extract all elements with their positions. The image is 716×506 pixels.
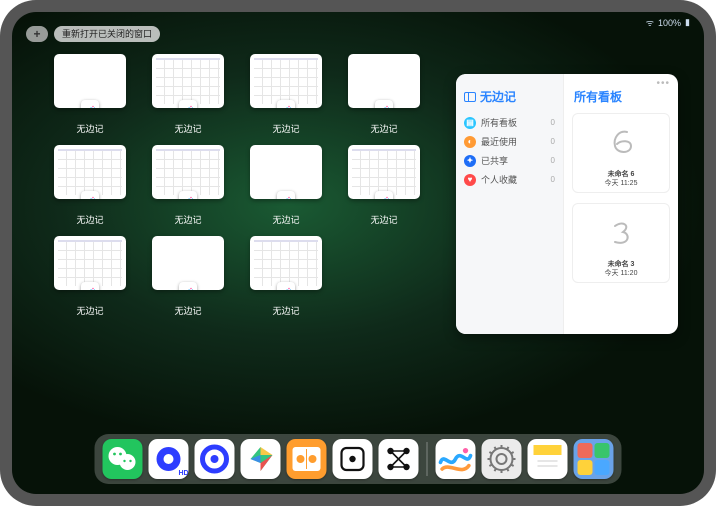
category-label: 已共享 [481, 154, 508, 167]
window-label: 无边记 [272, 122, 299, 135]
dock-separator [427, 442, 428, 476]
board-card[interactable]: 未命名 3今天 11:20 [572, 203, 670, 283]
window-thumb[interactable]: 无边记 [152, 145, 224, 226]
window-label: 无边记 [272, 304, 299, 317]
freeform-icon [179, 191, 197, 199]
board-canvas [573, 204, 669, 259]
dock-dice-icon[interactable] [333, 439, 373, 479]
category-0[interactable]: ▤ 所有看板 0 [462, 113, 557, 132]
panel-content: 所有看板 未命名 6今天 11:25 未命名 3今天 11:20 [564, 74, 678, 334]
window-preview [54, 145, 126, 199]
window-label: 无边记 [272, 213, 299, 226]
window-label: 无边记 [76, 304, 103, 317]
category-2[interactable]: ✦ 已共享 0 [462, 151, 557, 170]
freeform-icon [375, 100, 393, 108]
dock-folder-icon[interactable] [574, 439, 614, 479]
dock-play-icon[interactable] [241, 439, 281, 479]
category-count: 0 [551, 137, 555, 146]
window-preview [152, 145, 224, 199]
window-preview [348, 145, 420, 199]
dock-quark-icon[interactable] [195, 439, 235, 479]
category-label: 所有看板 [481, 116, 517, 129]
window-preview [250, 236, 322, 290]
board-canvas [573, 114, 669, 169]
freeform-icon [375, 191, 393, 199]
window-label: 无边记 [174, 304, 201, 317]
board-meta: 未命名 6今天 11:25 [573, 169, 669, 192]
window-label: 无边记 [174, 213, 201, 226]
new-tab-button[interactable]: + [26, 26, 48, 42]
dock-graph-icon[interactable] [379, 439, 419, 479]
window-thumb[interactable]: 无边记 [54, 54, 126, 135]
window-label: 无边记 [76, 213, 103, 226]
window-thumb[interactable]: 无边记 [250, 145, 322, 226]
category-count: 0 [551, 175, 555, 184]
freeform-icon [277, 282, 295, 290]
window-preview [152, 54, 224, 108]
category-icon: ▤ [464, 117, 476, 129]
window-thumb[interactable]: 无边记 [54, 145, 126, 226]
category-count: 0 [551, 118, 555, 127]
freeform-icon [179, 100, 197, 108]
category-icon: ♥ [464, 174, 476, 186]
dock-quark-hd-icon[interactable]: HD [149, 439, 189, 479]
window-thumb[interactable]: 无边记 [152, 54, 224, 135]
category-1[interactable]: ◐ 最近使用 0 [462, 132, 557, 151]
svg-text:HD: HD [179, 470, 189, 477]
panel-section-title: 所有看板 [574, 88, 668, 105]
more-icon[interactable]: ••• [656, 78, 670, 89]
category-count: 0 [551, 156, 555, 165]
dock-settings-icon[interactable] [482, 439, 522, 479]
dock: HD [95, 434, 622, 484]
dock-notes-icon[interactable] [528, 439, 568, 479]
category-icon: ◐ [464, 136, 476, 148]
dock-wechat-icon[interactable] [103, 439, 143, 479]
dock-freeform-icon[interactable] [436, 439, 476, 479]
board-card[interactable]: 未命名 6今天 11:25 [572, 113, 670, 193]
window-preview [152, 236, 224, 290]
freeform-icon [277, 100, 295, 108]
category-label: 个人收藏 [481, 173, 517, 186]
panel-app-title: 无边记 [464, 88, 555, 105]
window-preview [250, 145, 322, 199]
window-thumb[interactable]: 无边记 [348, 54, 420, 135]
category-label: 最近使用 [481, 135, 517, 148]
window-thumb[interactable]: 无边记 [152, 236, 224, 317]
window-grid: 无边记无边记无边记无边记无边记无边记无边记无边记无边记无边记无边记无边记 [54, 54, 420, 317]
battery-pct: 100% [658, 18, 681, 28]
freeform-icon [179, 282, 197, 290]
window-thumb[interactable]: 无边记 [250, 54, 322, 135]
dock-books-icon[interactable] [287, 439, 327, 479]
window-preview [250, 54, 322, 108]
board-meta: 未命名 3今天 11:20 [573, 259, 669, 282]
window-label: 无边记 [370, 122, 397, 135]
window-preview [54, 54, 126, 108]
battery-icon: ▮ [685, 17, 690, 28]
window-thumb[interactable]: 无边记 [348, 145, 420, 226]
window-thumb[interactable]: 无边记 [54, 236, 126, 317]
tablet-frame: ᯤ 100% ▮ + 重新打开已关闭的窗口 无边记无边记无边记无边记无边记无边记… [0, 0, 716, 506]
window-label: 无边记 [370, 213, 397, 226]
freeform-icon [277, 191, 295, 199]
category-3[interactable]: ♥ 个人收藏 0 [462, 170, 557, 189]
window-preview [348, 54, 420, 108]
freeform-icon [81, 191, 99, 199]
reopen-closed-window-button[interactable]: 重新打开已关闭的窗口 [54, 26, 160, 42]
freeform-panel: ••• 无边记 ▤ 所有看板 0◐ 最近使用 0✦ 已共享 0♥ 个人收藏 0 … [456, 74, 678, 334]
wifi-icon: ᯤ [646, 16, 654, 29]
window-preview [54, 236, 126, 290]
status-bar: ᯤ 100% ▮ [646, 16, 690, 29]
freeform-icon [81, 282, 99, 290]
window-label: 无边记 [76, 122, 103, 135]
top-bar: + 重新打开已关闭的窗口 [26, 26, 160, 42]
window-thumb[interactable]: 无边记 [250, 236, 322, 317]
panel-sidebar: 无边记 ▤ 所有看板 0◐ 最近使用 0✦ 已共享 0♥ 个人收藏 0 [456, 74, 564, 334]
category-icon: ✦ [464, 155, 476, 167]
sidebar-icon [464, 92, 476, 102]
window-label: 无边记 [174, 122, 201, 135]
panel-app-title-text: 无边记 [480, 88, 516, 105]
screen: ᯤ 100% ▮ + 重新打开已关闭的窗口 无边记无边记无边记无边记无边记无边记… [12, 12, 704, 494]
freeform-icon [81, 100, 99, 108]
